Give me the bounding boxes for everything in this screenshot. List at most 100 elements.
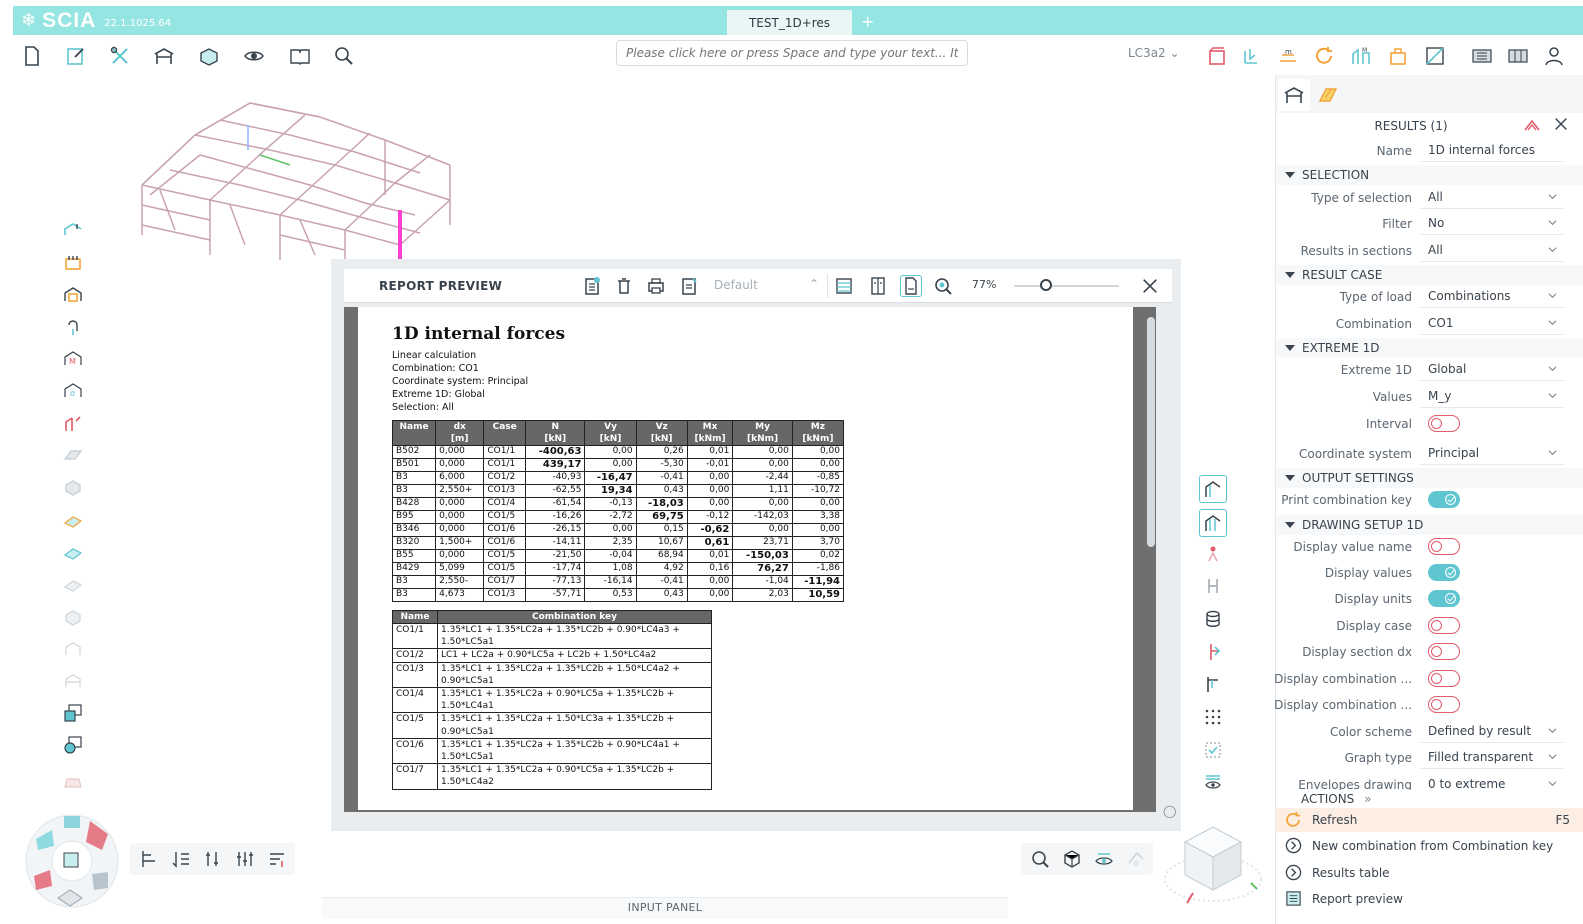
arrange-icon[interactable]	[234, 848, 256, 870]
section-extreme-1d[interactable]: EXTREME 1D	[1276, 338, 1583, 358]
refresh-action[interactable]: Refresh F5	[1276, 808, 1583, 832]
dimension-icon[interactable]	[1199, 572, 1227, 600]
calculation-icon[interactable]	[197, 44, 221, 68]
filter-select[interactable]: No	[1420, 211, 1564, 235]
frame-results-tool-icon[interactable]	[1199, 509, 1227, 537]
print-combination-key-toggle[interactable]	[1428, 491, 1460, 508]
grid-icon[interactable]	[1506, 44, 1530, 68]
combination-results-icon[interactable]	[1386, 44, 1410, 68]
insert-document-icon[interactable]	[581, 275, 603, 297]
edit-document-icon[interactable]	[64, 44, 88, 68]
actions-header[interactable]: ACTIONS »	[1301, 792, 1371, 806]
solid-icon[interactable]	[61, 475, 85, 499]
database-icon[interactable]	[1199, 605, 1227, 633]
display-units-toggle[interactable]	[1428, 590, 1460, 607]
resize-handle-icon[interactable]: ◯	[1163, 804, 1176, 818]
display-value-name-toggle[interactable]	[1428, 538, 1460, 555]
document-tab[interactable]: TEST_1D+res	[727, 10, 852, 35]
report-page-area[interactable]: 1D internal forces Linear calculation Co…	[344, 307, 1156, 812]
single-page-icon[interactable]	[900, 275, 922, 297]
coordinate-system-select[interactable]: Principal	[1420, 441, 1564, 465]
values-select[interactable]: M_y	[1420, 384, 1564, 408]
moment-results-icon[interactable]: M	[61, 347, 85, 371]
name-input[interactable]: 1D internal forces	[1420, 138, 1564, 162]
new-combination-action[interactable]: New combination from Combination key	[1276, 834, 1583, 858]
close-panel-icon[interactable]	[1553, 116, 1569, 136]
display-section-dx-toggle[interactable]	[1428, 643, 1460, 660]
interval-toggle[interactable]	[1428, 415, 1460, 432]
results-in-sections-select[interactable]: All	[1420, 238, 1564, 262]
add-tab-icon[interactable]: +	[861, 12, 874, 31]
load-case-select[interactable]: LC3a2 ⌄	[1128, 46, 1180, 60]
filter-icon[interactable]	[266, 848, 288, 870]
zoom-all-icon[interactable]	[1029, 848, 1051, 870]
profile-icon[interactable]	[1199, 670, 1227, 698]
beam-results-tool-icon[interactable]	[1199, 475, 1227, 503]
type-of-selection-select[interactable]: All	[1420, 185, 1564, 209]
display-values-toggle[interactable]	[1428, 564, 1460, 581]
dots-grid-icon[interactable]	[1199, 703, 1227, 731]
section-results-icon[interactable]	[61, 283, 85, 307]
view-cube-icon[interactable]	[1061, 848, 1083, 870]
combination-select[interactable]: CO1	[1420, 311, 1564, 335]
section-view-icon[interactable]	[1423, 44, 1447, 68]
graph-type-select[interactable]: Filled transparent	[1420, 745, 1564, 769]
stress-results-icon[interactable]: σ	[61, 379, 85, 403]
section-selection[interactable]: SELECTION	[1276, 165, 1583, 185]
zoom-slider-handle[interactable]	[1039, 279, 1052, 291]
deformation-icon[interactable]	[61, 411, 85, 435]
visibility-icon[interactable]	[1093, 848, 1115, 870]
display-combination-toggle[interactable]	[1428, 670, 1460, 687]
color-scheme-select[interactable]: Defined by result	[1420, 719, 1564, 743]
extreme-1d-select[interactable]: Global	[1420, 357, 1564, 381]
close-icon[interactable]	[1138, 274, 1162, 298]
frame-view-icon[interactable]	[1205, 44, 1229, 68]
section-output-settings[interactable]: OUTPUT SETTINGS	[1276, 468, 1583, 488]
plate-results-icon[interactable]	[61, 509, 85, 533]
sort-icon[interactable]	[202, 848, 224, 870]
model-3d-view[interactable]	[130, 95, 470, 265]
results-tab-icon[interactable]	[1312, 79, 1344, 111]
load-icon[interactable]: m	[1276, 44, 1300, 68]
table-results-icon[interactable]	[61, 701, 85, 725]
template-select[interactable]: Default ⌃	[708, 274, 828, 298]
navigation-cube[interactable]	[1163, 817, 1263, 907]
section-result-case[interactable]: RESULT CASE	[1276, 265, 1583, 285]
results-table-action[interactable]: Results table	[1276, 861, 1583, 885]
plate-stress-icon[interactable]	[61, 541, 85, 565]
refresh-results-icon[interactable]	[1312, 44, 1336, 68]
mesh-icon[interactable]	[61, 605, 85, 629]
check-results-icon[interactable]	[61, 733, 85, 757]
support-icon[interactable]	[1240, 44, 1264, 68]
display-case-toggle[interactable]	[1428, 617, 1460, 634]
print-icon[interactable]	[645, 275, 667, 297]
render-mode-icon[interactable]	[1125, 848, 1147, 870]
tools-icon[interactable]	[108, 44, 132, 68]
frame-disabled-icon[interactable]	[61, 669, 85, 693]
structure-icon[interactable]	[152, 44, 176, 68]
beam-icon[interactable]	[61, 219, 85, 243]
new-file-icon[interactable]	[20, 44, 44, 68]
report-scrollbar[interactable]	[1147, 317, 1155, 547]
library-icon[interactable]	[61, 769, 85, 793]
input-panel-bar[interactable]: INPUT PANEL	[322, 897, 1008, 919]
pin-panel-icon[interactable]	[1523, 116, 1541, 138]
plate-disabled-icon[interactable]	[61, 573, 85, 597]
user-icon[interactable]	[1543, 44, 1567, 68]
surface-icon[interactable]	[61, 443, 85, 467]
delete-icon[interactable]	[613, 275, 635, 297]
search-help-icon[interactable]	[332, 44, 356, 68]
page-layout-icon[interactable]	[833, 275, 855, 297]
export-document-icon[interactable]	[678, 275, 700, 297]
display-combination-toggle[interactable]	[1428, 696, 1460, 713]
view-eye-icon[interactable]	[242, 44, 266, 68]
zoom-slider[interactable]	[1014, 285, 1119, 287]
reaction-icon[interactable]	[61, 315, 85, 339]
layer-visibility-icon[interactable]	[1199, 768, 1227, 796]
move-down-icon[interactable]	[170, 848, 192, 870]
layout-icon[interactable]	[1470, 44, 1494, 68]
align-icon[interactable]	[138, 848, 160, 870]
connection-icon[interactable]	[61, 637, 85, 661]
selection-check-icon[interactable]	[1199, 736, 1227, 764]
two-page-icon[interactable]	[867, 275, 889, 297]
